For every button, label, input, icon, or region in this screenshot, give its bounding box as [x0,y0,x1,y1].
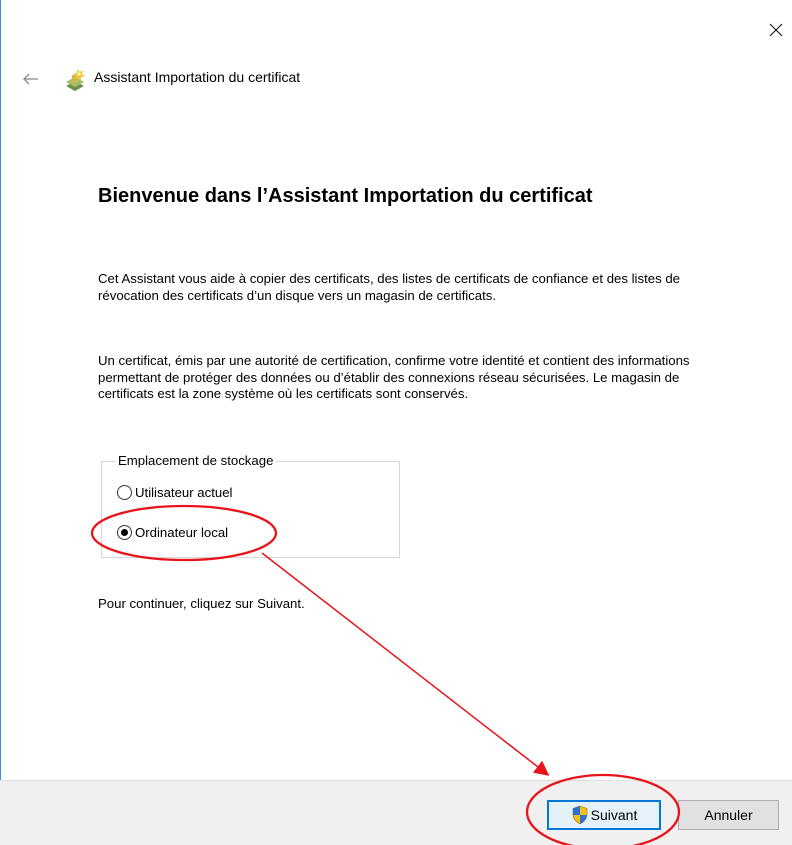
next-button-label: Suivant [590,807,638,823]
continue-instruction: Pour continuer, cliquez sur Suivant. [98,596,305,611]
radio-button-checked[interactable] [117,525,132,540]
uac-shield-icon [572,805,587,825]
window-title: Assistant Importation du certificat [94,69,301,85]
close-button[interactable] [760,14,792,46]
arrow-left-icon [23,73,38,85]
radio-button-unchecked[interactable] [117,485,132,500]
storage-location-legend: Emplacement de stockage [115,453,277,468]
intro-paragraph: Cet Assistant vous aide à copier des cer… [98,271,681,303]
radio-current-user[interactable]: Utilisateur actuel [117,485,232,500]
dialog-footer [0,780,792,845]
radio-label-local-machine: Ordinateur local [135,525,229,540]
annotation-arrow [261,552,550,776]
cancel-button[interactable]: Annuler [678,800,779,830]
storage-location-group [101,461,400,558]
annotation-overlay [90,504,681,845]
description-paragraph: Un certificat, émis par une autorité de … [98,353,690,401]
page-title: Bienvenue dans l’Assistant Importation d… [98,185,593,207]
certificate-wizard-icon [66,69,85,91]
radio-local-machine[interactable]: Ordinateur local [117,525,228,540]
radio-selected-dot [121,529,128,536]
close-icon [769,23,783,37]
back-button[interactable] [18,66,44,92]
cancel-button-label: Annuler [704,807,753,823]
radio-label-current-user: Utilisateur actuel [135,485,233,500]
window-border [0,0,1,845]
next-button[interactable]: Suivant [547,800,661,830]
